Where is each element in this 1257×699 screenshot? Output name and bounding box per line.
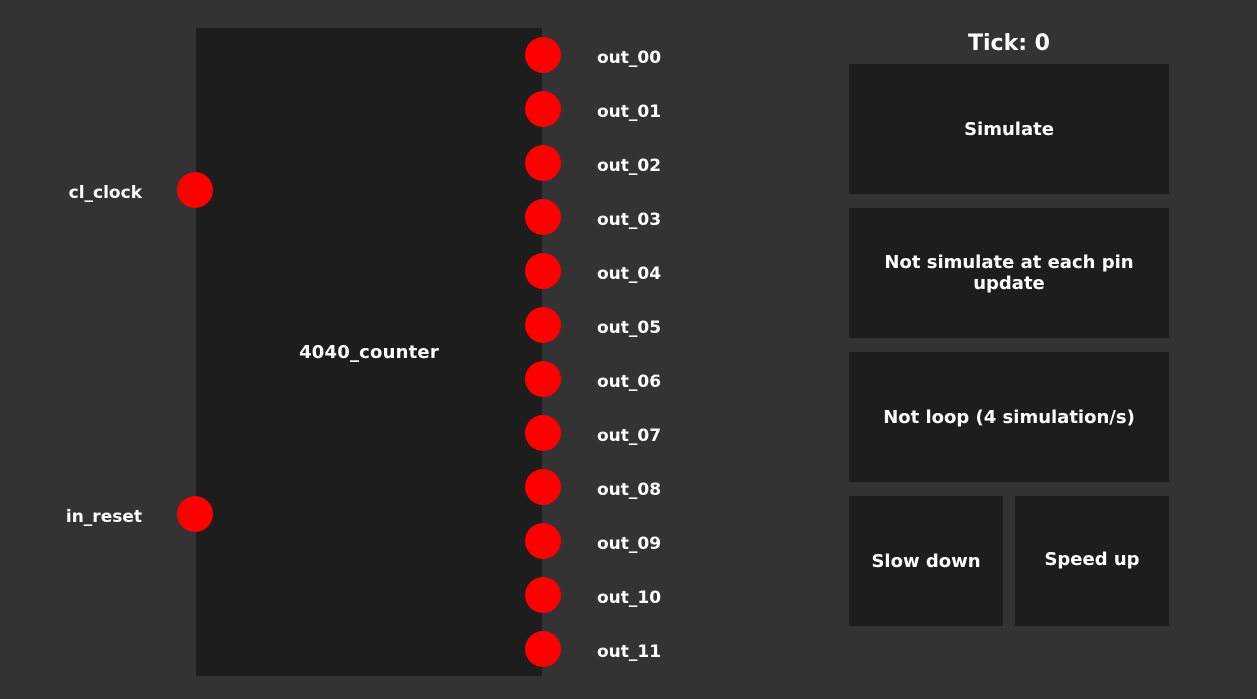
output-pin-label-out-01: out_01 xyxy=(597,102,662,122)
output-pin-out-06[interactable] xyxy=(525,361,561,397)
output-pin-label-out-11: out_11 xyxy=(597,642,662,662)
output-pin-out-08[interactable] xyxy=(525,469,561,505)
output-pin-label-out-06: out_06 xyxy=(597,372,662,392)
output-pin-label-out-10: out_10 xyxy=(597,588,662,608)
output-pin-out-07[interactable] xyxy=(525,415,561,451)
input-pin-in-reset[interactable] xyxy=(177,496,213,532)
slow-down-button[interactable]: Slow down xyxy=(849,496,1003,626)
output-pin-out-02[interactable] xyxy=(525,145,561,181)
output-pin-out-03[interactable] xyxy=(525,199,561,235)
output-pin-label-out-08: out_08 xyxy=(597,480,662,500)
output-pin-out-00[interactable] xyxy=(525,37,561,73)
output-pin-label-out-02: out_02 xyxy=(597,156,662,176)
pin-update-toggle-button[interactable]: Not simulate at each pin update xyxy=(849,208,1169,338)
simulate-button[interactable]: Simulate xyxy=(849,64,1169,194)
output-pin-out-10[interactable] xyxy=(525,577,561,613)
output-pin-out-04[interactable] xyxy=(525,253,561,289)
output-pin-out-09[interactable] xyxy=(525,523,561,559)
output-pin-label-out-04: out_04 xyxy=(597,264,662,284)
chip-name: 4040_counter xyxy=(299,342,439,363)
output-pin-out-11[interactable] xyxy=(525,631,561,667)
output-pin-label-out-05: out_05 xyxy=(597,318,662,338)
output-pin-label-out-09: out_09 xyxy=(597,534,662,554)
input-pin-cl-clock[interactable] xyxy=(177,172,213,208)
output-pin-label-out-07: out_07 xyxy=(597,426,662,446)
input-pin-label-cl-clock: cl_clock xyxy=(68,183,142,203)
simulator-canvas: 4040_counter cl_clock in_reset out_00 ou… xyxy=(0,0,1257,699)
output-pin-label-out-00: out_00 xyxy=(597,48,662,68)
output-pin-label-out-03: out_03 xyxy=(597,210,662,230)
output-pin-out-05[interactable] xyxy=(525,307,561,343)
speed-up-button[interactable]: Speed up xyxy=(1015,496,1169,626)
input-pin-label-in-reset: in_reset xyxy=(65,507,142,527)
tick-counter: Tick: 0 xyxy=(968,31,1050,56)
loop-toggle-button[interactable]: Not loop (4 simulation/s) xyxy=(849,352,1169,482)
output-pin-out-01[interactable] xyxy=(525,91,561,127)
